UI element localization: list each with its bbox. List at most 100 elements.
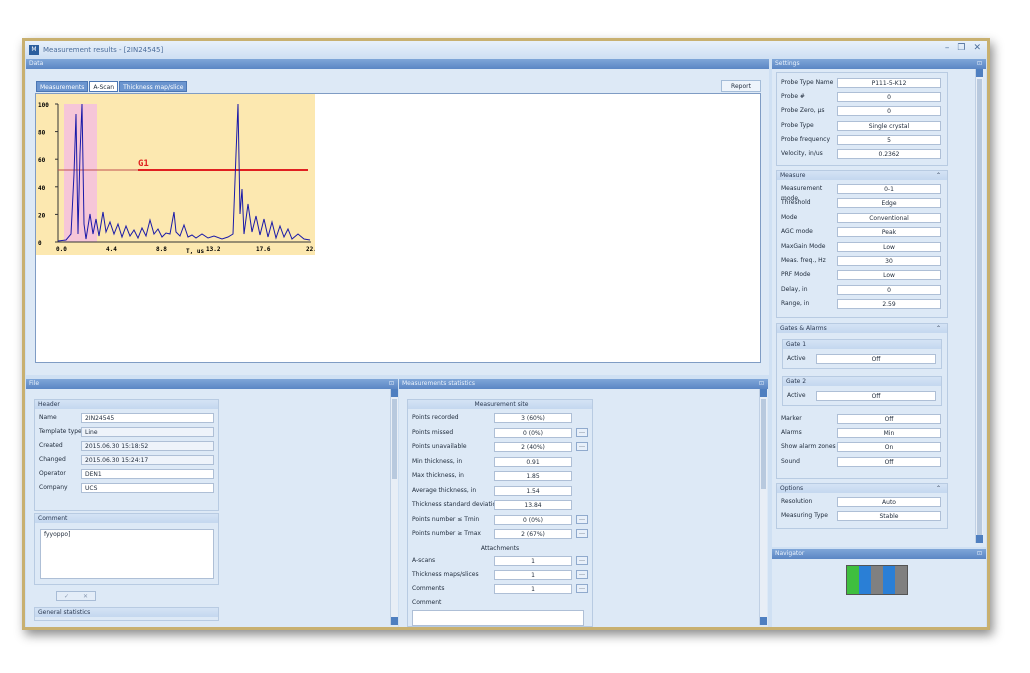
restore-icon[interactable]: ❐ xyxy=(957,43,965,53)
field-value[interactable]: 0.2362 xyxy=(837,149,941,159)
tab-measurements[interactable]: Measurements xyxy=(36,81,89,92)
field-label: Marker xyxy=(781,415,802,422)
scroll-down-icon[interactable] xyxy=(976,535,983,543)
field-value[interactable]: 0-1 xyxy=(837,184,941,194)
field-value[interactable]: 2IN24545 xyxy=(81,413,214,423)
a-scan-plot[interactable]: G1 100 80 60 40 20 0 0.0 4.4 8.8 13.2 17.6 22.0 T,… xyxy=(36,94,321,255)
gates-alarms-title[interactable]: Gates & Alarms ⌃ xyxy=(777,324,947,333)
navigator-map[interactable] xyxy=(846,565,908,595)
field-value[interactable]: Stable xyxy=(837,511,941,522)
navigator-panel: Navigator ⊡ xyxy=(772,549,986,627)
collapse-icon[interactable]: ⌃ xyxy=(936,484,941,493)
navigator-cell[interactable] xyxy=(871,566,883,594)
pin-icon[interactable]: ⊡ xyxy=(977,549,982,559)
field-value[interactable]: 0 xyxy=(837,284,941,295)
tab-a-scan[interactable]: A-Scan xyxy=(89,81,119,92)
gate2-group: Gate 2 Active Off xyxy=(782,376,942,406)
collapse-icon[interactable]: ⌃ xyxy=(936,324,941,333)
comment-textarea[interactable]: fyyoppo] xyxy=(40,529,214,579)
field-value[interactable]: 5 xyxy=(837,134,941,145)
cancel-icon[interactable]: ✕ xyxy=(83,592,88,600)
field-value[interactable]: 2 (40%) xyxy=(494,442,572,452)
field-value[interactable]: 2015.06.30 15:18:52 xyxy=(81,441,214,451)
ok-icon[interactable]: ✓ xyxy=(64,592,69,600)
field-value[interactable]: DEN1 xyxy=(81,469,214,479)
navigator-cell[interactable] xyxy=(847,566,859,594)
field-value[interactable]: 2 (67%) xyxy=(494,529,572,539)
scroll-up-icon[interactable] xyxy=(391,389,398,397)
field-value[interactable]: Off xyxy=(837,456,941,467)
x-tick-label: 13.2 xyxy=(206,246,221,253)
field-value[interactable]: 1.54 xyxy=(494,485,572,496)
gate2-active-field[interactable]: Off xyxy=(816,391,936,401)
field-value[interactable]: On xyxy=(837,442,941,453)
field-value[interactable]: Line xyxy=(81,427,214,437)
scroll-thumb[interactable] xyxy=(761,399,766,489)
field-value[interactable]: Low xyxy=(837,241,941,252)
x-tick-label: 4.4 xyxy=(106,246,117,253)
settings-scrollbar[interactable] xyxy=(975,69,983,543)
field-value[interactable]: Peak xyxy=(837,227,941,238)
scroll-down-icon[interactable] xyxy=(391,617,398,625)
ellipsis-button[interactable]: … xyxy=(576,529,588,538)
scroll-thumb[interactable] xyxy=(392,399,397,479)
field-label: Delay, in xyxy=(781,285,808,293)
scroll-thumb[interactable] xyxy=(977,79,982,539)
report-button[interactable]: Report xyxy=(721,80,761,92)
collapse-icon[interactable]: ⌃ xyxy=(936,171,941,180)
field-value[interactable]: Auto xyxy=(837,497,941,507)
scroll-up-icon[interactable] xyxy=(760,389,767,397)
field-value[interactable]: Off xyxy=(837,414,941,424)
ellipsis-button[interactable]: … xyxy=(576,442,588,451)
ellipsis-button[interactable]: … xyxy=(576,556,588,565)
field-value[interactable]: Conventional xyxy=(837,212,941,223)
field-value[interactable]: 2015.06.30 15:24:17 xyxy=(81,455,214,465)
field-value[interactable]: Single crystal xyxy=(837,120,941,131)
field-value[interactable]: 13.84 xyxy=(494,500,572,510)
field-value[interactable]: Low xyxy=(837,270,941,281)
field-value[interactable]: 0.91 xyxy=(494,456,572,467)
settings-header: Settings ⊡ xyxy=(772,59,986,69)
minimize-icon[interactable]: – xyxy=(945,43,950,53)
pin-icon[interactable]: ⊡ xyxy=(389,379,394,389)
gate1-active-field[interactable]: Off xyxy=(816,354,936,364)
field-value[interactable]: 30 xyxy=(837,256,941,266)
ellipsis-button[interactable]: … xyxy=(576,584,588,593)
ellipsis-button[interactable]: … xyxy=(576,427,588,437)
field-value[interactable]: 1 xyxy=(494,570,572,580)
field-value[interactable]: Min xyxy=(837,428,941,439)
stats-comment-field[interactable] xyxy=(412,610,584,626)
ellipsis-button[interactable]: … xyxy=(576,514,588,524)
field-value[interactable]: 0 (0%) xyxy=(494,427,572,438)
measure-title[interactable]: Measure ⌃ xyxy=(777,171,947,180)
field-value[interactable]: 0 xyxy=(837,106,941,117)
navigator-cell[interactable] xyxy=(859,566,871,594)
field-value[interactable]: 1 xyxy=(494,556,572,566)
general-stats-title[interactable]: General statistics xyxy=(35,608,218,617)
field-value[interactable]: Edge xyxy=(837,198,941,209)
gate1-title: Gate 1 xyxy=(783,340,941,349)
file-scrollbar[interactable] xyxy=(390,389,398,625)
close-icon[interactable]: ✕ xyxy=(973,43,981,53)
navigator-cell[interactable] xyxy=(883,566,895,594)
options-title[interactable]: Options ⌃ xyxy=(777,484,947,493)
pin-icon[interactable]: ⊡ xyxy=(759,379,764,389)
field-value[interactable]: P111-5-K12 xyxy=(837,78,941,88)
scroll-up-icon[interactable] xyxy=(976,69,983,77)
navigator-cell[interactable] xyxy=(895,566,907,594)
stats-scrollbar[interactable] xyxy=(759,389,767,625)
field-label: Alarms xyxy=(781,429,802,437)
scroll-down-icon[interactable] xyxy=(760,617,767,625)
ellipsis-button[interactable]: … xyxy=(576,570,588,579)
field-value[interactable]: 0 xyxy=(837,92,941,103)
field-value[interactable]: 3 (60%) xyxy=(494,413,572,423)
y-tick-label: 100 xyxy=(38,102,49,109)
tab-thickness-map[interactable]: Thickness map/slice xyxy=(119,81,188,92)
field-value[interactable]: 0 (0%) xyxy=(494,514,572,525)
field-value[interactable]: 2.59 xyxy=(837,299,941,310)
field-value[interactable]: 1 xyxy=(494,584,572,594)
field-value[interactable]: 1.85 xyxy=(494,471,572,481)
y-tick-label: 60 xyxy=(38,157,46,164)
pin-icon[interactable]: ⊡ xyxy=(977,59,982,69)
field-value[interactable]: UCS xyxy=(81,483,214,493)
